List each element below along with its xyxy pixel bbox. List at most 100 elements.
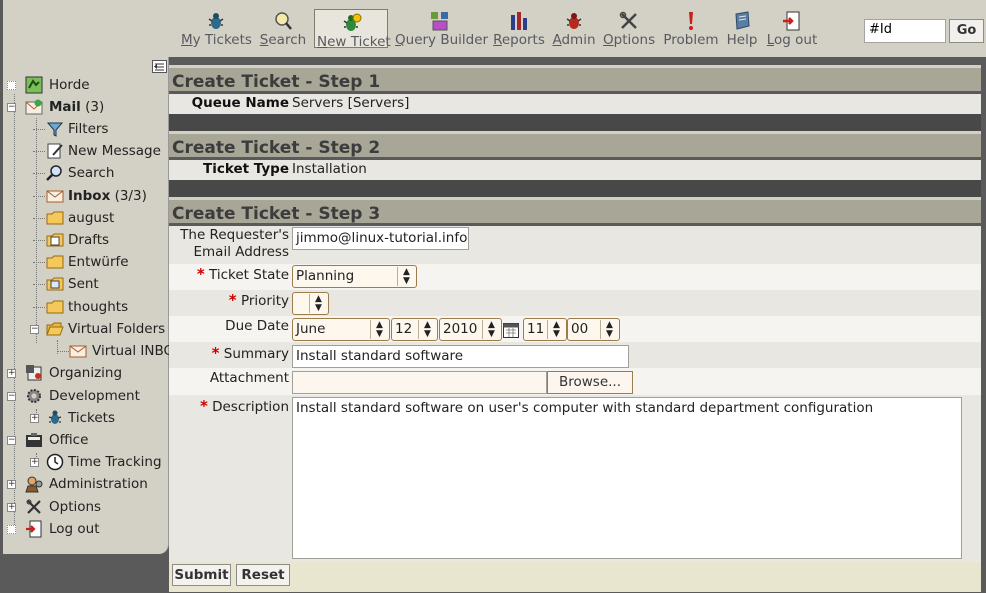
go-button[interactable]: Go bbox=[949, 19, 984, 43]
problem-icon bbox=[689, 12, 693, 30]
problem-button[interactable]: Problem bbox=[663, 8, 719, 48]
ticket-form: Create Ticket - Step 1 Queue Name Server… bbox=[169, 57, 986, 593]
chevron-updown-icon: ▲ ▼ bbox=[370, 320, 388, 339]
logout-icon bbox=[26, 520, 42, 538]
options-icon bbox=[619, 11, 637, 29]
sidebar: Horde − Mail (3) Filters New Message Sea… bbox=[3, 57, 169, 554]
sidebar-item-drafts[interactable]: Drafts bbox=[29, 230, 169, 251]
due-year-select[interactable]: 2010 ▲ ▼ bbox=[439, 318, 502, 341]
sidebar-item-administration[interactable]: + Administration bbox=[7, 474, 167, 495]
sidebar-item-options[interactable]: + Options bbox=[7, 497, 167, 518]
step1-header: Create Ticket - Step 1 bbox=[169, 65, 981, 92]
submit-button[interactable]: Submit bbox=[172, 564, 231, 586]
queue-name-label: Queue Name bbox=[191, 95, 289, 111]
admin-icon bbox=[25, 476, 43, 493]
chevron-updown-icon: ▲ ▼ bbox=[600, 320, 618, 339]
horde-icon bbox=[25, 76, 43, 94]
ticket-type-label: Ticket Type bbox=[203, 161, 289, 177]
logout-icon bbox=[783, 11, 800, 31]
magnifier-icon bbox=[46, 165, 62, 181]
reports-button[interactable]: Reports bbox=[492, 8, 546, 48]
attachment-label: Attachment bbox=[209, 370, 289, 386]
folder-icon bbox=[46, 211, 64, 225]
priority-select[interactable]: ▲ ▼ bbox=[292, 292, 329, 315]
calendar-icon[interactable] bbox=[503, 323, 519, 338]
chevron-updown-icon: ▲ ▼ bbox=[397, 267, 415, 286]
ticket-state-label: * Ticket State bbox=[196, 265, 289, 283]
sidebar-item-thoughts[interactable]: thoughts bbox=[29, 297, 169, 318]
help-icon bbox=[735, 11, 750, 30]
compose-icon bbox=[47, 143, 63, 159]
sidebar-item-virtual-inbox[interactable]: Virtual INBOX bbox=[51, 341, 169, 362]
folder-icon bbox=[46, 255, 64, 269]
folder-icon bbox=[46, 300, 64, 314]
ticket-id-input[interactable]: #Id bbox=[864, 19, 946, 43]
top-toolbar: My Tickets Search New Ticket Query Build… bbox=[0, 0, 986, 57]
reset-button[interactable]: Reset bbox=[236, 564, 290, 586]
sidebar-item-horde[interactable]: Horde bbox=[7, 75, 167, 96]
description-label: * Description bbox=[199, 397, 289, 415]
query-builder-icon bbox=[431, 12, 448, 31]
chevron-updown-icon: ▲ ▼ bbox=[418, 320, 436, 339]
inbox-icon bbox=[46, 190, 64, 203]
sidebar-item-office[interactable]: − Office bbox=[7, 430, 167, 451]
new-ticket-button[interactable]: New Ticket bbox=[314, 9, 391, 50]
drafts-icon bbox=[46, 233, 64, 247]
organizing-icon bbox=[26, 365, 42, 381]
collapse-sidebar-icon[interactable] bbox=[152, 60, 167, 73]
sidebar-item-mail[interactable]: − Mail (3) bbox=[7, 97, 167, 118]
search-button[interactable]: Search bbox=[259, 8, 307, 48]
due-hour-select[interactable]: 11 ▲ ▼ bbox=[523, 318, 567, 341]
sidebar-item-virtual-folders[interactable]: − Virtual Folders bbox=[29, 319, 169, 340]
sidebar-item-august[interactable]: august bbox=[29, 208, 169, 229]
sidebar-item-development[interactable]: − Development bbox=[7, 386, 167, 407]
ticket-state-select[interactable]: Planning ▲ ▼ bbox=[292, 265, 417, 288]
sidebar-item-sent[interactable]: Sent bbox=[29, 274, 169, 295]
my-tickets-button[interactable]: My Tickets bbox=[181, 8, 252, 48]
folder-open-icon bbox=[46, 322, 64, 336]
sidebar-item-inbox[interactable]: Inbox (3/3) bbox=[29, 186, 169, 207]
search-icon bbox=[275, 12, 292, 30]
sidebar-item-search[interactable]: Search bbox=[29, 163, 169, 184]
due-date-label: Due Date bbox=[225, 318, 289, 334]
step3-header: Create Ticket - Step 3 bbox=[169, 197, 981, 224]
admin-icon bbox=[566, 13, 582, 29]
summary-label: * Summary bbox=[211, 344, 289, 362]
tools-icon bbox=[26, 499, 41, 514]
priority-label: * Priority bbox=[228, 291, 289, 309]
sidebar-item-organizing[interactable]: + Organizing bbox=[7, 363, 167, 384]
due-day-select[interactable]: 12 ▲ ▼ bbox=[391, 318, 438, 341]
mail-icon bbox=[25, 99, 43, 115]
chevron-updown-icon: ▲ ▼ bbox=[482, 320, 500, 339]
summary-input[interactable]: Install standard software bbox=[292, 345, 629, 368]
step2-header: Create Ticket - Step 2 bbox=[169, 131, 981, 158]
sidebar-item-logout[interactable]: Log out bbox=[7, 519, 167, 540]
form-actions-bar bbox=[169, 562, 981, 592]
sidebar-item-new-message[interactable]: New Message bbox=[29, 141, 169, 162]
office-icon bbox=[26, 433, 42, 447]
sidebar-item-filters[interactable]: Filters bbox=[29, 119, 169, 140]
my-tickets-icon bbox=[208, 13, 224, 29]
requester-label: The Requester's Email Address bbox=[180, 227, 289, 260]
sidebar-item-entwurfe[interactable]: Entwürfe bbox=[29, 252, 169, 273]
queue-name-value: Servers [Servers] bbox=[292, 95, 410, 111]
gear-icon bbox=[27, 389, 41, 403]
sent-icon bbox=[46, 277, 64, 291]
sidebar-item-tickets[interactable]: + Tickets bbox=[29, 408, 169, 429]
ticket-type-value: Installation bbox=[292, 161, 367, 177]
attachment-input[interactable] bbox=[292, 371, 547, 394]
query-builder-button[interactable]: Query Builder bbox=[395, 8, 488, 48]
bug-icon bbox=[48, 410, 62, 424]
new-ticket-icon bbox=[343, 13, 362, 31]
due-month-select[interactable]: June ▲ ▼ bbox=[292, 318, 390, 341]
options-button[interactable]: Options bbox=[603, 8, 655, 48]
description-textarea[interactable]: Install standard software on user's comp… bbox=[292, 397, 962, 559]
due-minute-select[interactable]: 00 ▲ ▼ bbox=[567, 318, 620, 341]
admin-button[interactable]: Admin bbox=[552, 8, 596, 48]
help-button[interactable]: Help bbox=[725, 8, 759, 48]
logout-button[interactable]: Log out bbox=[766, 8, 818, 48]
filter-icon bbox=[46, 122, 64, 137]
browse-button[interactable]: Browse... bbox=[547, 371, 633, 394]
requester-email-input[interactable]: jimmo@linux-tutorial.info bbox=[292, 227, 469, 250]
sidebar-item-time-tracking[interactable]: + Time Tracking bbox=[29, 452, 169, 473]
